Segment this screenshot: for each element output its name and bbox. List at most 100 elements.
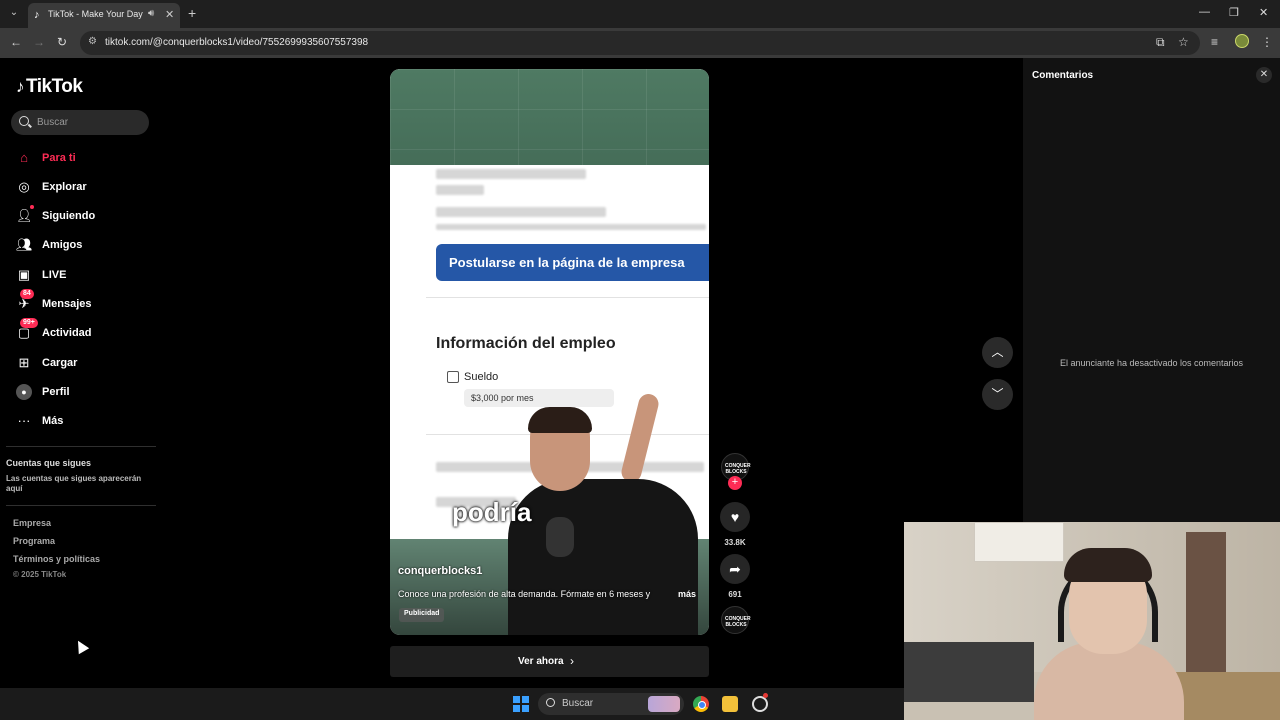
- site-info-icon[interactable]: ⚙: [88, 36, 97, 47]
- video-top-wall: [390, 69, 709, 165]
- notification-dot: [30, 205, 34, 209]
- next-video-button[interactable]: ﹀: [982, 379, 1013, 410]
- nav-amigos[interactable]: 👥︎ Amigos: [16, 236, 156, 256]
- comments-panel: Comentarios ✕ El anunciante ha desactiva…: [1023, 58, 1280, 522]
- footer-link-terminos[interactable]: Términos y políticas: [13, 554, 100, 564]
- forward-icon[interactable]: →: [33, 35, 45, 49]
- media-controls-icon[interactable]: ≡: [1211, 35, 1218, 49]
- music-disc[interactable]: CONQUER BLOCKS: [721, 606, 751, 634]
- nav-mas[interactable]: ··· Más: [16, 412, 156, 432]
- nav-label: Siguiendo: [42, 210, 96, 222]
- cta-label: Ver ahora: [518, 656, 564, 667]
- apply-button: Postularse en la página de la empresa: [436, 244, 709, 281]
- following-icon: 👤︎: [16, 208, 33, 223]
- nav-para-ti[interactable]: ⌂ Para ti: [16, 149, 156, 169]
- following-accounts-desc: Las cuentas que sigues aparecerán aquí: [6, 474, 142, 493]
- taskbar-search[interactable]: Buscar: [538, 693, 684, 715]
- nav-label: Actividad: [42, 327, 92, 339]
- footer-link-programa[interactable]: Programa: [13, 536, 55, 546]
- brand-mark: CONQUER BLOCKS: [725, 616, 751, 628]
- salary-chip: $3,000 por mes: [464, 389, 614, 407]
- minimize-icon[interactable]: —: [1199, 6, 1210, 18]
- taskbar-search-label: Buscar: [562, 698, 594, 709]
- menu-kebab-icon[interactable]: ⋮: [1261, 35, 1273, 49]
- tab-audio-icon[interactable]: 🔊︎: [148, 8, 154, 19]
- ver-ahora-button[interactable]: Ver ahora ›: [390, 646, 709, 677]
- upload-icon: ⊞: [18, 355, 30, 370]
- app-icon[interactable]: [752, 693, 768, 712]
- logo-text: TikTok: [26, 76, 83, 97]
- nav-perfil[interactable]: ● Perfil: [16, 383, 156, 403]
- tab-search-icon[interactable]: ⌄: [6, 5, 22, 21]
- profile-avatar: ●: [16, 384, 32, 400]
- blurred-text: [436, 207, 606, 217]
- nav-live[interactable]: ▣ LIVE: [16, 266, 156, 286]
- nav-mensajes[interactable]: ✈ 84 Mensajes: [16, 289, 156, 315]
- close-comments-icon[interactable]: ✕: [1256, 67, 1272, 83]
- nav-label: Explorar: [42, 181, 87, 193]
- address-bar[interactable]: ⚙ tiktok.com/@conquerblocks1/video/75526…: [80, 31, 1200, 55]
- video-author[interactable]: conquerblocks1: [398, 565, 482, 577]
- like-count: 33.8K: [724, 538, 746, 547]
- divider: [426, 297, 709, 298]
- tiktok-favicon-icon: ♪: [34, 9, 40, 21]
- nav-siguiendo[interactable]: 👤︎ Siguiendo: [16, 205, 156, 227]
- heart-icon: ♥: [730, 509, 740, 525]
- job-info-title: Información del empleo: [436, 335, 616, 352]
- follow-plus-icon[interactable]: +: [728, 476, 742, 490]
- previous-video-button[interactable]: ︿: [982, 337, 1013, 368]
- nav-label: Cargar: [42, 357, 78, 369]
- new-tab-icon[interactable]: +: [188, 5, 196, 21]
- salary-icon: [447, 371, 459, 383]
- nav-label: Para ti: [42, 152, 76, 164]
- tiktok-logo[interactable]: ♪ TikTok: [16, 76, 83, 98]
- nav-label: LIVE: [42, 269, 67, 281]
- messages-badge: 84: [20, 289, 34, 299]
- share-icon: ➦: [729, 561, 741, 577]
- search-input[interactable]: Buscar: [11, 110, 149, 135]
- comments-disabled-message: El anunciante ha desactivado los comenta…: [1059, 358, 1244, 368]
- share-button[interactable]: ➦: [720, 554, 750, 584]
- copyright: © 2025 TikTok: [13, 570, 67, 579]
- nav-label: Amigos: [42, 239, 83, 251]
- file-explorer-icon[interactable]: [722, 696, 738, 712]
- footer-link-empresa[interactable]: Empresa: [13, 518, 51, 528]
- maximize-icon[interactable]: ❐: [1229, 6, 1239, 19]
- chevron-up-icon: ︿: [991, 345, 1004, 359]
- like-button[interactable]: ♥: [720, 502, 750, 532]
- following-accounts-title: Cuentas que sigues: [6, 458, 92, 468]
- bookmark-star-icon[interactable]: ☆: [1178, 35, 1189, 49]
- microphone-icon: [546, 517, 574, 557]
- blurred-text: [436, 169, 586, 179]
- nav-actividad[interactable]: ▢ 99+ Actividad: [16, 318, 156, 344]
- nav-explorar[interactable]: ◎ Explorar: [16, 178, 156, 198]
- profile-avatar[interactable]: [1235, 34, 1249, 48]
- description-more-link[interactable]: más: [678, 589, 696, 599]
- salary-label: Sueldo: [464, 371, 499, 383]
- install-app-icon[interactable]: ⧉: [1156, 35, 1165, 50]
- tab-title: TikTok - Make Your Day: [48, 9, 143, 19]
- nav-cargar[interactable]: ⊞ Cargar: [16, 354, 156, 374]
- friends-icon: 👥︎: [16, 237, 33, 252]
- chrome-icon[interactable]: [693, 696, 709, 712]
- back-icon[interactable]: ←: [10, 35, 22, 49]
- browser-tab[interactable]: ♪ TikTok - Make Your Day 🔊︎ ✕: [28, 3, 180, 28]
- brand-mark: CONQUER BLOCKS: [725, 463, 751, 475]
- chevron-right-icon: ›: [570, 654, 574, 668]
- activity-badge: 99+: [20, 318, 38, 328]
- close-window-icon[interactable]: ✕: [1259, 6, 1268, 19]
- reload-icon[interactable]: ↻: [57, 35, 67, 49]
- url-text[interactable]: tiktok.com/@conquerblocks1/video/7552699…: [105, 37, 368, 48]
- blurred-text: [436, 185, 484, 195]
- salary-value: $3,000 por mes: [471, 393, 534, 403]
- divider: [6, 446, 156, 447]
- nav-label: Perfil: [42, 386, 70, 398]
- video-description: Conoce una profesión de alta demanda. Fó…: [398, 589, 651, 599]
- video-player[interactable]: Postularse en la página de la empresa In…: [390, 69, 709, 635]
- browser-toolbar: ← → ↻ ⚙ tiktok.com/@conquerblocks1/video…: [0, 28, 1280, 58]
- ad-badge: Publicidad: [399, 608, 445, 622]
- windows-start-icon[interactable]: [513, 696, 529, 712]
- search-icon: [19, 116, 29, 126]
- sidebar: ♪ TikTok Buscar ⌂ Para ti ◎ Explorar 👤︎ S…: [0, 58, 160, 688]
- tab-close-icon[interactable]: ✕: [165, 8, 174, 21]
